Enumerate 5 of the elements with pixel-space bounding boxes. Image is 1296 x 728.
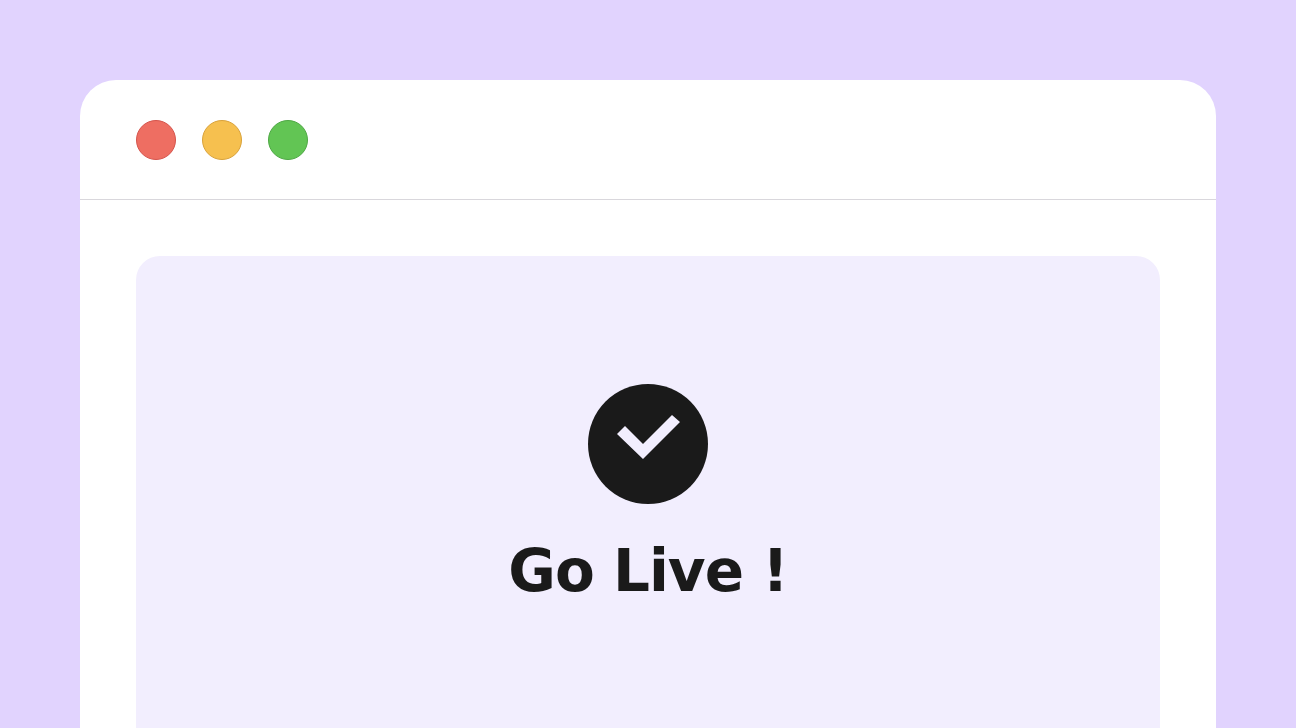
check-circle-icon	[588, 384, 708, 504]
card-title: Go Live !	[508, 540, 788, 604]
minimize-button[interactable]	[202, 119, 242, 160]
close-button[interactable]	[136, 119, 176, 160]
maximize-button[interactable]	[268, 119, 308, 160]
